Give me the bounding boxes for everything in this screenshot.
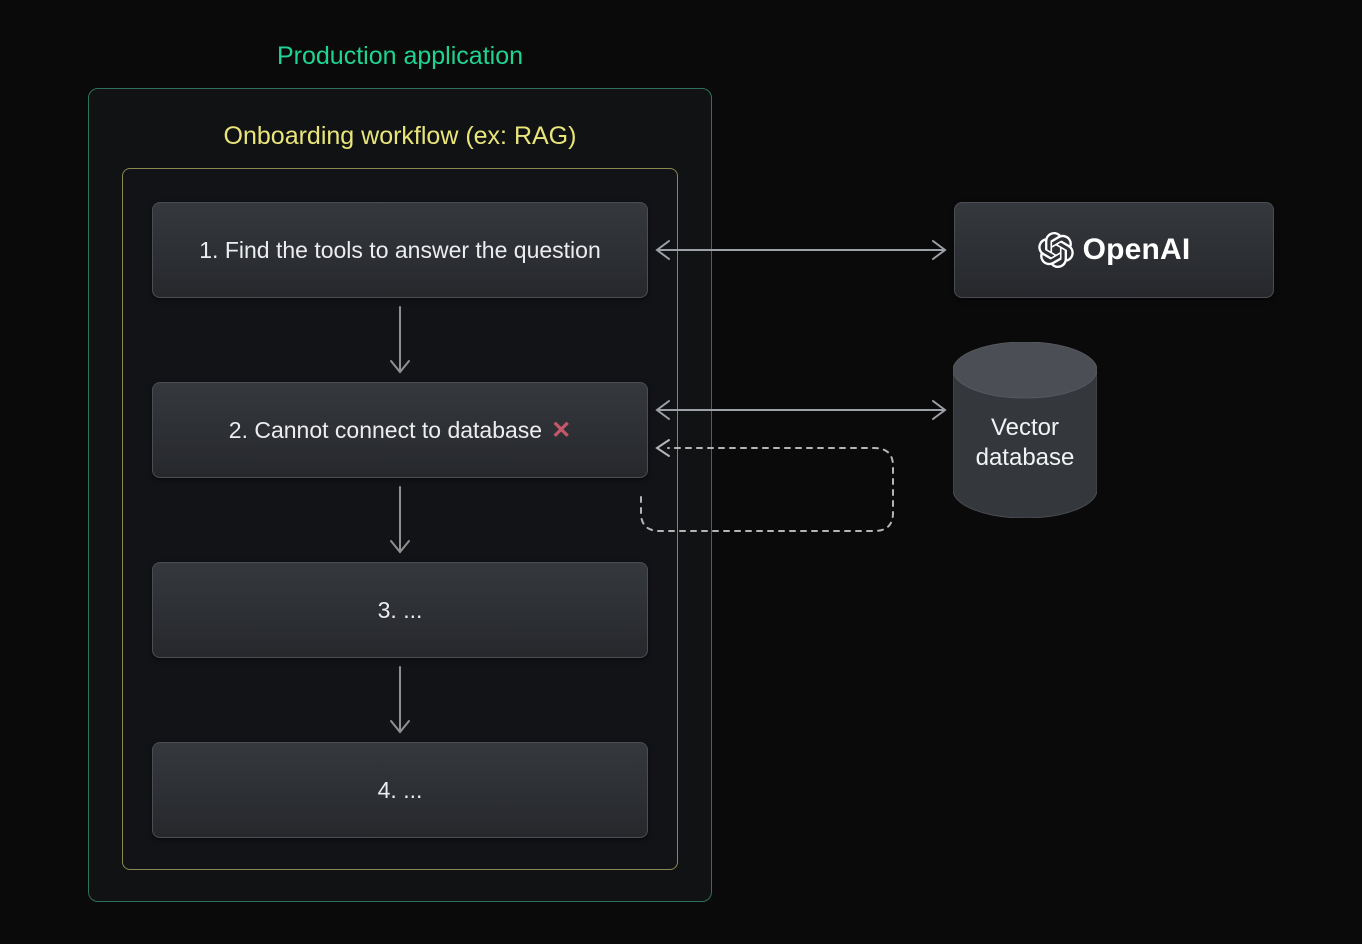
workflow-step-4: 4. ...	[152, 742, 648, 838]
workflow-step-3: 3. ...	[152, 562, 648, 658]
workflow-step-2: 2. Cannot connect to database ✕	[152, 382, 648, 478]
workflow-step-3-label: 3. ...	[378, 597, 423, 624]
workflow-step-1: 1. Find the tools to answer the question	[152, 202, 648, 298]
vector-database-label: Vector database	[953, 398, 1097, 488]
error-x-icon: ✕	[551, 416, 571, 445]
openai-node: OpenAI	[954, 202, 1274, 298]
production-application-title: Production application	[88, 40, 712, 72]
onboarding-workflow-title: Onboarding workflow (ex: RAG)	[122, 120, 678, 152]
openai-node-label: OpenAI	[1083, 233, 1191, 267]
openai-logo-icon	[1038, 232, 1074, 268]
workflow-step-1-label: 1. Find the tools to answer the question	[199, 237, 600, 264]
workflow-step-4-label: 4. ...	[378, 777, 423, 804]
workflow-step-2-label: 2. Cannot connect to database	[229, 417, 542, 444]
diagram-canvas: Production application Onboarding workfl…	[0, 0, 1362, 944]
